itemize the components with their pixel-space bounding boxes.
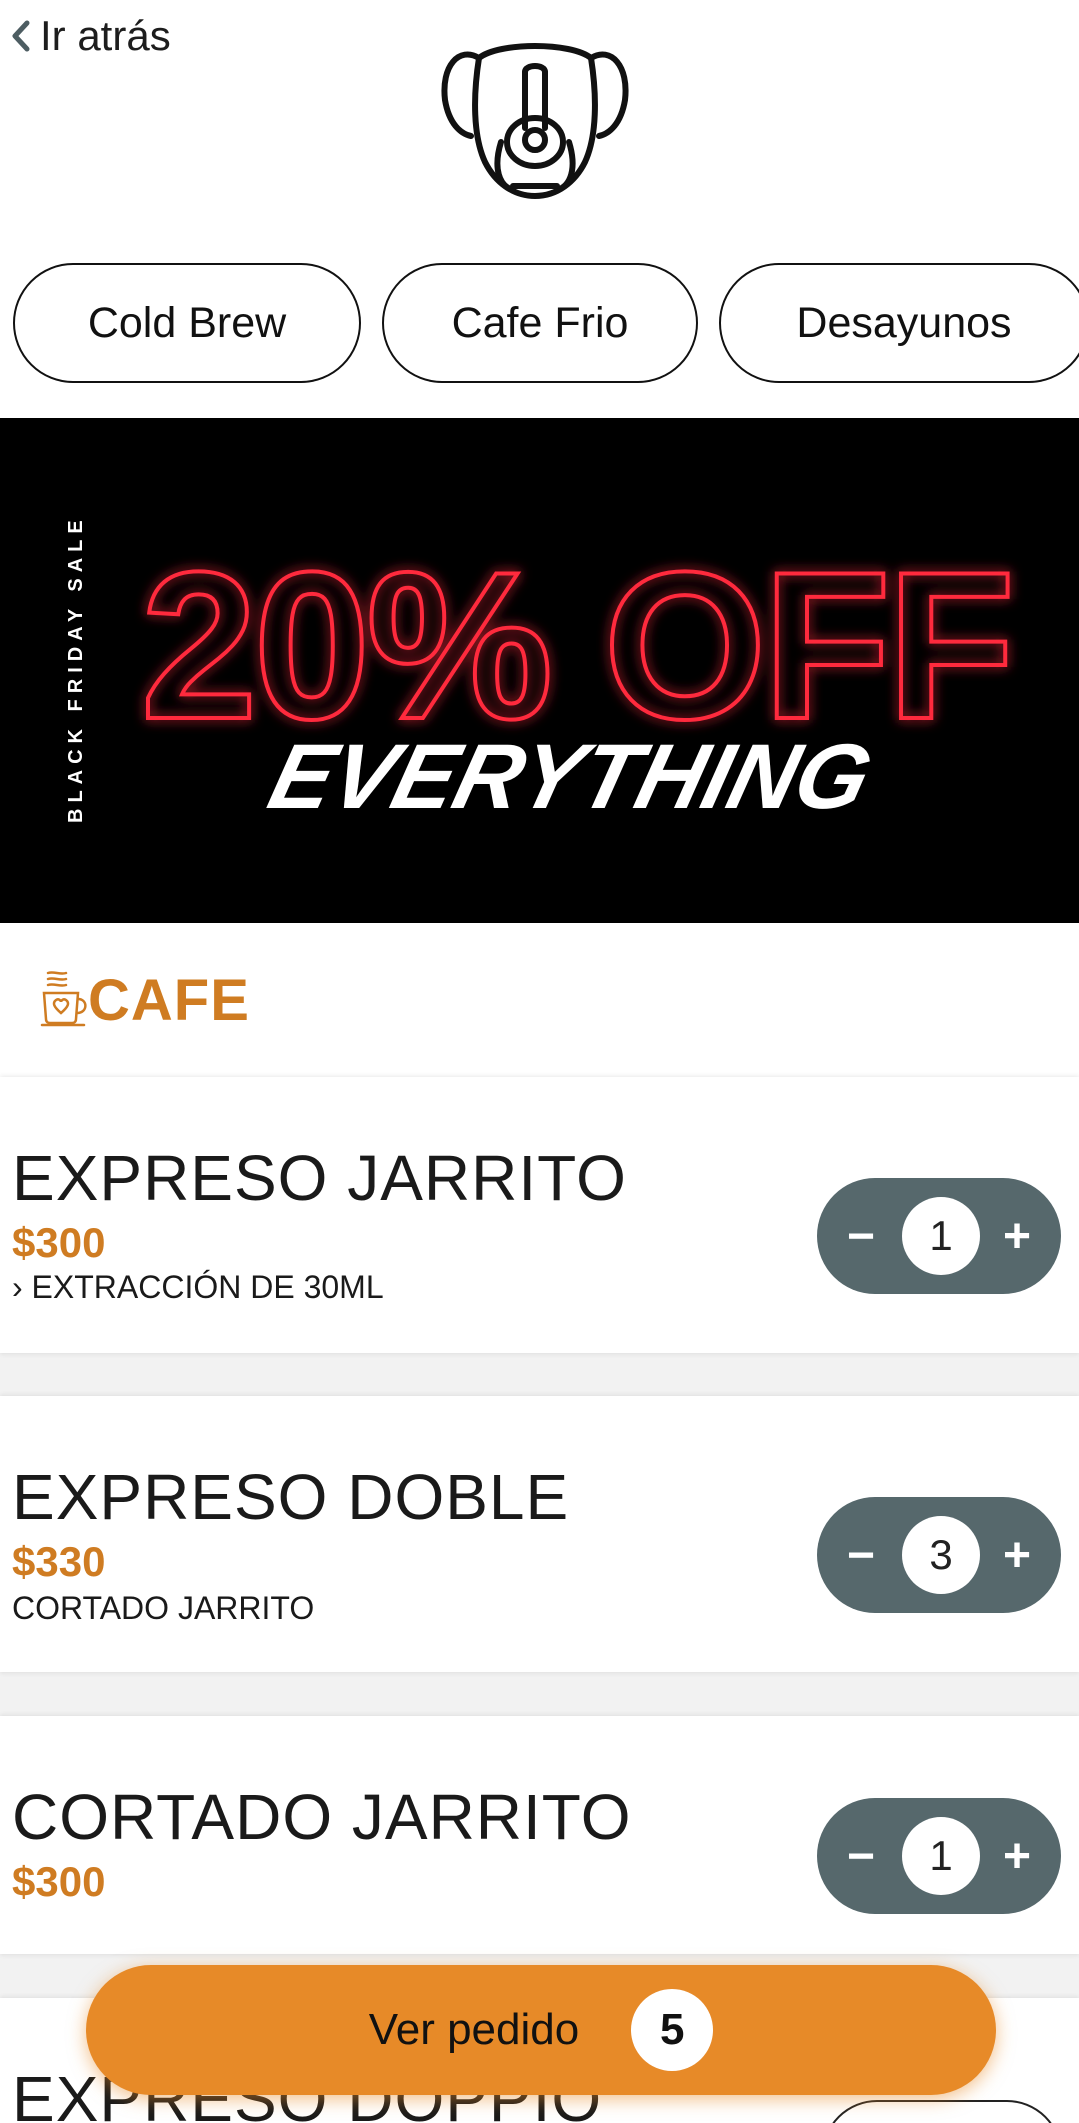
product-card[interactable]: EXPRESO DOBLE $330 CORTADO JARRITO − 3 + <box>0 1396 1079 1672</box>
chevron-left-icon <box>12 20 30 52</box>
decrease-button[interactable]: − <box>831 1497 891 1613</box>
increase-button[interactable]: + <box>987 1178 1047 1294</box>
section-header: CAFE <box>0 923 1079 1077</box>
quantity-stepper: − 1 + <box>817 1178 1061 1294</box>
quantity-value: 1 <box>902 1197 980 1275</box>
product-card[interactable]: CORTADO JARRITO $300 − 1 + <box>0 1716 1079 1954</box>
product-card[interactable]: EXPRESO JARRITO $300 › EXTRACCIÓN DE 30M… <box>0 1077 1079 1353</box>
section-title: CAFE <box>88 968 250 1033</box>
product-description: CORTADO JARRITO <box>12 1590 315 1626</box>
tab-desayunos[interactable]: Desayunos <box>719 263 1079 383</box>
increase-button[interactable]: + <box>987 1798 1047 1914</box>
product-name: EXPRESO JARRITO <box>12 1142 627 1214</box>
back-label: Ir atrás <box>40 12 171 59</box>
product-name: EXPRESO DOBLE <box>12 1461 570 1533</box>
decrease-button[interactable]: − <box>831 1798 891 1914</box>
view-order-button[interactable]: Ver pedido 5 <box>86 1965 996 2095</box>
dog-logo-icon <box>441 43 629 199</box>
category-tabs: Cold Brew Cafe Frio Desayunos <box>0 263 1079 385</box>
quantity-value: 1 <box>902 1817 980 1895</box>
quantity-stepper[interactable] <box>822 2100 1062 2123</box>
order-count-badge: 5 <box>631 1989 714 2071</box>
product-description: › EXTRACCIÓN DE 30ML <box>12 1269 384 1305</box>
tab-cafe-frio[interactable]: Cafe Frio <box>382 263 698 383</box>
product-name: CORTADO JARRITO <box>12 1781 632 1853</box>
banner-side-text: BLACK FRIDAY SALE <box>65 514 87 823</box>
promo-banner[interactable]: BLACK FRIDAY SALE 20% OFF EVERYTHING <box>0 418 1079 923</box>
quantity-value: 3 <box>902 1516 980 1594</box>
tab-cold-brew[interactable]: Cold Brew <box>13 263 361 383</box>
header: Ir atrás Cold Brew Cafe Frio Desayunos <box>0 0 1079 418</box>
quantity-stepper: − 1 + <box>817 1798 1061 1914</box>
increase-button[interactable]: + <box>987 1497 1047 1613</box>
banner-script-text: EVERYTHING <box>260 724 882 827</box>
product-price: $300 <box>12 1219 106 1266</box>
back-button[interactable]: Ir atrás <box>10 12 171 60</box>
quantity-stepper: − 3 + <box>817 1497 1061 1613</box>
product-price: $300 <box>12 1858 106 1905</box>
product-price: $330 <box>12 1538 106 1585</box>
view-order-label: Ver pedido <box>368 2005 580 2054</box>
decrease-button[interactable]: − <box>831 1178 891 1294</box>
coffee-cup-icon <box>40 971 87 1027</box>
promo-banner-image: BLACK FRIDAY SALE 20% OFF EVERYTHING <box>65 514 1017 827</box>
